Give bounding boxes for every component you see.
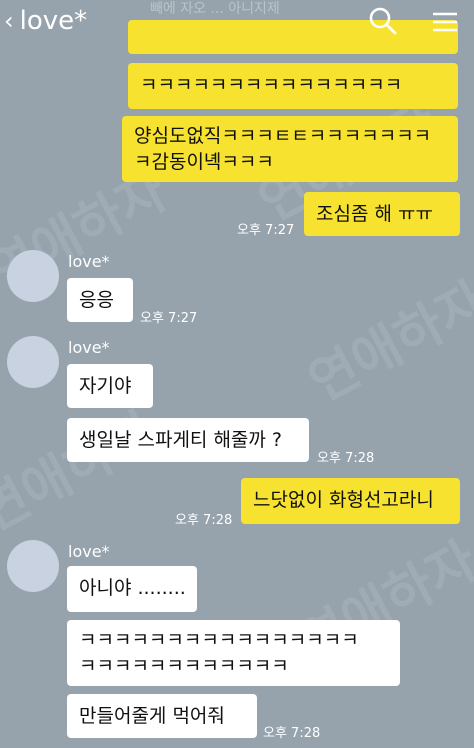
sender-name: love* — [68, 542, 110, 561]
message-timestamp: 오후 7:27 — [237, 223, 295, 238]
chat-title: love* — [19, 6, 88, 36]
other-message-bubble[interactable]: 생일날 스파게티 해줄까 ? — [67, 418, 309, 462]
message-text: 아니야 ........ — [79, 577, 186, 599]
message-text-line: 양심도없직ㅋㅋㅋㅌㅌㅋㅋㅋㅋㅋㅋㅋ — [134, 125, 432, 147]
hamburger-menu-icon — [433, 12, 457, 32]
my-message-bubble[interactable]: 양심도없직ㅋㅋㅋㅌㅌㅋㅋㅋㅋㅋㅋㅋ ㅋ감동이녝ㅋㅋㅋ — [122, 116, 458, 182]
message-text: 조심좀 해 ㅠㅠ — [316, 203, 433, 225]
message-text-line: ㅋㅋㅋㅋㅋㅋㅋㅋㅋㅋㅋㅋㅋㅋㅋㅋ — [79, 629, 359, 651]
search-button[interactable] — [366, 4, 400, 38]
message-text: 만들어줄게 먹어줘 — [79, 705, 225, 727]
chat-screen: 연애하자 연애하자 연애하자 연애하자 연애하자 빼에 자오 ... 아니지제 … — [0, 0, 474, 748]
message-text-line: ㅋㅋㅋㅋㅋㅋㅋㅋㅋㅋㅋㅋ — [79, 655, 289, 677]
avatar[interactable] — [7, 250, 59, 302]
message-timestamp: 오후 7:28 — [175, 513, 233, 528]
message-timestamp: 오후 7:28 — [263, 726, 321, 741]
my-message-bubble[interactable]: ㅋㅋㅋㅋㅋㅋㅋㅋㅋㅋㅋㅋㅋㅋㅋ — [128, 63, 458, 109]
message-text: 생일날 스파게티 해줄까 ? — [79, 429, 283, 451]
avatar[interactable] — [7, 540, 59, 592]
other-message-bubble[interactable]: 자기야 — [67, 364, 153, 408]
message-text: 응응 — [79, 289, 114, 311]
chat-header: ‹ love* — [0, 0, 474, 40]
message-timestamp: 오후 7:28 — [317, 451, 375, 466]
other-message-bubble[interactable]: 응응 — [67, 278, 133, 322]
other-message-bubble[interactable]: 아니야 ........ — [67, 566, 197, 612]
message-timestamp: 오후 7:27 — [140, 311, 198, 326]
my-message-bubble[interactable]: 조심좀 해 ㅠㅠ — [304, 192, 460, 236]
message-list: ㅋㅋㅋㅋㅋㅋㅋㅋㅋㅋㅋㅋㅋㅋㅋ 양심도없직ㅋㅋㅋㅌㅌㅋㅋㅋㅋㅋㅋㅋ ㅋ감동이녝ㅋ… — [0, 0, 474, 748]
other-message-bubble[interactable]: 만들어줄게 먹어줘 — [67, 694, 257, 738]
message-text: ㅋㅋㅋㅋㅋㅋㅋㅋㅋㅋㅋㅋㅋㅋㅋ — [140, 74, 403, 96]
chevron-left-icon: ‹ — [4, 7, 14, 35]
back-button[interactable]: ‹ love* — [4, 3, 87, 39]
my-message-bubble[interactable]: 느닷없이 화형선고라니 — [241, 478, 460, 524]
avatar[interactable] — [7, 336, 59, 388]
message-text: 자기야 — [79, 375, 132, 397]
sender-name: love* — [68, 252, 110, 271]
message-text-line: ㅋ감동이녝ㅋㅋㅋ — [134, 151, 274, 173]
other-message-bubble[interactable]: ㅋㅋㅋㅋㅋㅋㅋㅋㅋㅋㅋㅋㅋㅋㅋㅋ ㅋㅋㅋㅋㅋㅋㅋㅋㅋㅋㅋㅋ — [67, 620, 400, 686]
sender-name: love* — [68, 338, 110, 357]
search-icon — [369, 7, 397, 35]
message-text: 느닷없이 화형선고라니 — [253, 489, 434, 511]
menu-button[interactable] — [428, 4, 462, 38]
